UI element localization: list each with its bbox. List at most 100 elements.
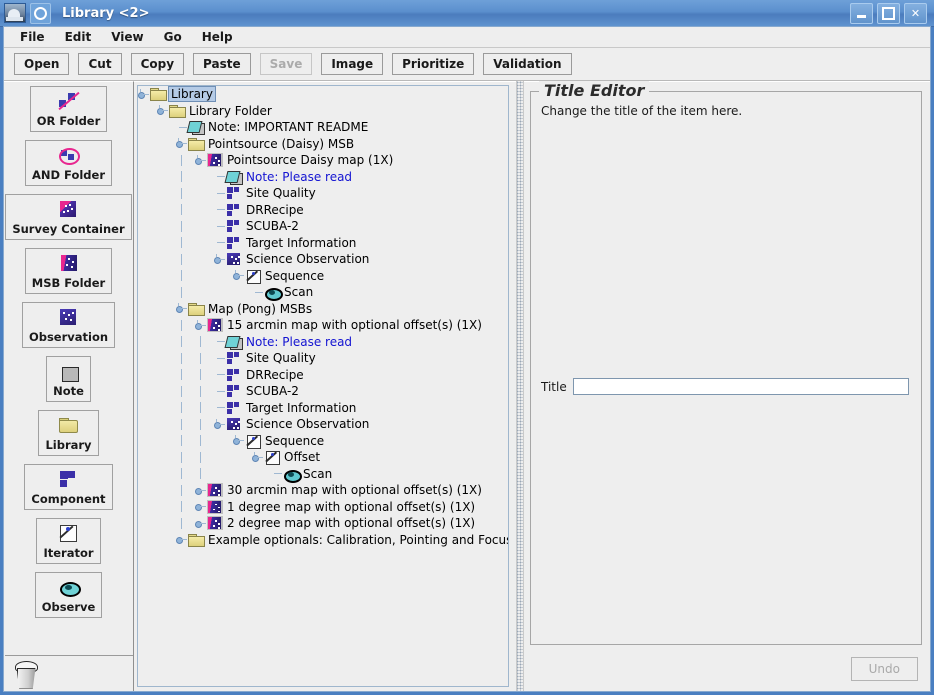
palette-button-survey-container[interactable]: Survey Container xyxy=(5,194,132,240)
toolbar-button-prioritize[interactable]: Prioritize xyxy=(392,53,475,75)
tree-indent xyxy=(176,187,195,199)
tree-expand-handle-open[interactable] xyxy=(176,303,187,314)
tree-node[interactable]: Sequence xyxy=(138,433,508,450)
tree-node[interactable]: SCUBA-2 xyxy=(138,383,508,400)
undo-button[interactable]: Undo xyxy=(850,657,918,681)
tree-node[interactable]: SCUBA-2 xyxy=(138,218,508,235)
tree-expand-handle-open[interactable] xyxy=(195,154,206,166)
toolbar-button-copy[interactable]: Copy xyxy=(130,53,185,75)
tree-elbow xyxy=(214,188,225,199)
tree-node[interactable]: Site Quality xyxy=(138,350,508,367)
menu-item-file[interactable]: File xyxy=(12,28,53,46)
and-folder-icon xyxy=(57,145,81,165)
menu-item-edit[interactable]: Edit xyxy=(57,28,100,46)
menu-item-view[interactable]: View xyxy=(103,28,151,46)
editor-pane: Title Editor Change the title of the ite… xyxy=(524,81,930,691)
tree-expand-handle-open[interactable] xyxy=(176,138,187,149)
tree-expand-handle-closed[interactable] xyxy=(195,485,206,496)
title-input[interactable] xyxy=(572,378,909,395)
tree-node[interactable]: Offset xyxy=(138,449,508,466)
minimize-button[interactable] xyxy=(850,2,873,24)
palette-button-msb-folder[interactable]: MSB Folder xyxy=(24,248,113,294)
tree-node[interactable]: DRRecipe xyxy=(138,202,508,219)
tree-node-label: Science Observation xyxy=(246,417,370,432)
tree-expand-handle-open[interactable] xyxy=(233,435,244,446)
toolbar-button-image[interactable]: Image xyxy=(321,53,384,75)
tree-node[interactable]: Target Information xyxy=(138,235,508,252)
tree-node[interactable]: 30 arcmin map with optional offset(s) (1… xyxy=(138,482,508,499)
tree-node[interactable]: Note: IMPORTANT README xyxy=(138,119,508,136)
split-pane-divider[interactable] xyxy=(516,81,524,691)
palette-button-note[interactable]: Note xyxy=(46,356,91,402)
tree-node-label: Map (Pong) MSBs xyxy=(208,301,313,316)
palette-button-or-folder[interactable]: OR Folder xyxy=(29,86,108,132)
close-button[interactable]: ✕ xyxy=(904,2,927,24)
tree-elbow xyxy=(176,122,187,133)
tree-expand-handle-open[interactable] xyxy=(214,253,225,265)
tree-elbow xyxy=(214,204,225,215)
toolbar-button-open[interactable]: Open xyxy=(14,53,70,75)
tree-expand-handle-open[interactable] xyxy=(195,319,206,331)
toolbar-button-validation[interactable]: Validation xyxy=(483,53,572,75)
menu-item-go[interactable]: Go xyxy=(156,28,190,46)
msb-icon xyxy=(207,483,224,498)
palette-button-iterator[interactable]: Iterator xyxy=(36,518,101,564)
tree-node[interactable]: 1 degree map with optional offset(s) (1X… xyxy=(138,499,508,516)
tree-node[interactable]: Map (Pong) MSBs xyxy=(138,301,508,318)
tree-indent xyxy=(176,418,195,430)
tree-expand-handle-open[interactable] xyxy=(252,451,263,463)
trash-drop-target[interactable] xyxy=(4,655,133,691)
component-icon xyxy=(226,219,243,233)
toolbar-button-cut[interactable]: Cut xyxy=(78,53,122,75)
tree-expand-handle-open[interactable] xyxy=(157,105,168,116)
palette-button-library[interactable]: Library xyxy=(38,410,99,456)
iterator-icon xyxy=(245,269,262,284)
tree-expand-handle-closed[interactable] xyxy=(176,534,187,545)
maximize-button[interactable] xyxy=(877,2,900,24)
tree-node[interactable]: Library Folder xyxy=(138,103,508,120)
palette-button-observation[interactable]: Observation xyxy=(21,302,116,348)
tree-indent xyxy=(195,435,214,447)
tree-node-label: Sequence xyxy=(265,268,325,283)
tree-node[interactable]: Pointsource (Daisy) MSB xyxy=(138,136,508,153)
menu-item-help[interactable]: Help xyxy=(194,28,241,46)
toolbar-button-paste[interactable]: Paste xyxy=(193,53,251,75)
tree-expand-handle-closed[interactable] xyxy=(195,518,206,529)
tree-expand-handle-open[interactable] xyxy=(138,88,149,100)
tree-expand-handle-closed[interactable] xyxy=(195,501,206,512)
tree-node[interactable]: Pointsource Daisy map (1X) xyxy=(138,152,508,169)
tree-node[interactable]: 2 degree map with optional offset(s) (1X… xyxy=(138,515,508,532)
tree-view[interactable]: Library Library Folder Note: IMPORTANT REA… xyxy=(137,85,509,687)
tree-node-label: Note: Please read xyxy=(246,169,353,184)
tree-node[interactable]: Note: Please read xyxy=(138,334,508,351)
tree-node[interactable]: Scan xyxy=(138,466,508,483)
tree-node[interactable]: Science Observation xyxy=(138,251,508,268)
window-menu-icon[interactable] xyxy=(30,2,51,24)
palette-button-component[interactable]: Component xyxy=(24,464,113,510)
tree-node[interactable]: 15 arcmin map with optional offset(s) (1… xyxy=(138,317,508,334)
tree-expand-handle-open[interactable] xyxy=(214,418,225,430)
tree-indent xyxy=(176,468,195,480)
tree-node[interactable]: Site Quality xyxy=(138,185,508,202)
tree-node[interactable]: Scan xyxy=(138,284,508,302)
tree-node[interactable]: Sequence xyxy=(138,268,508,285)
tree-node[interactable]: Science Observation xyxy=(138,416,508,433)
tree-node[interactable]: DRRecipe xyxy=(138,367,508,384)
palette-button-observe[interactable]: Observe xyxy=(34,572,103,618)
palette-button-and-folder[interactable]: AND Folder xyxy=(24,140,112,186)
tree-expand-handle-open[interactable] xyxy=(233,270,244,281)
tree-node[interactable]: Target Information xyxy=(138,400,508,417)
msb-folder-icon xyxy=(58,253,80,273)
tree-node[interactable]: Example optionals: Calibration, Pointing… xyxy=(138,532,508,549)
tree-node[interactable]: Note: Please read xyxy=(138,169,508,186)
tree-node[interactable]: Library xyxy=(138,86,508,103)
